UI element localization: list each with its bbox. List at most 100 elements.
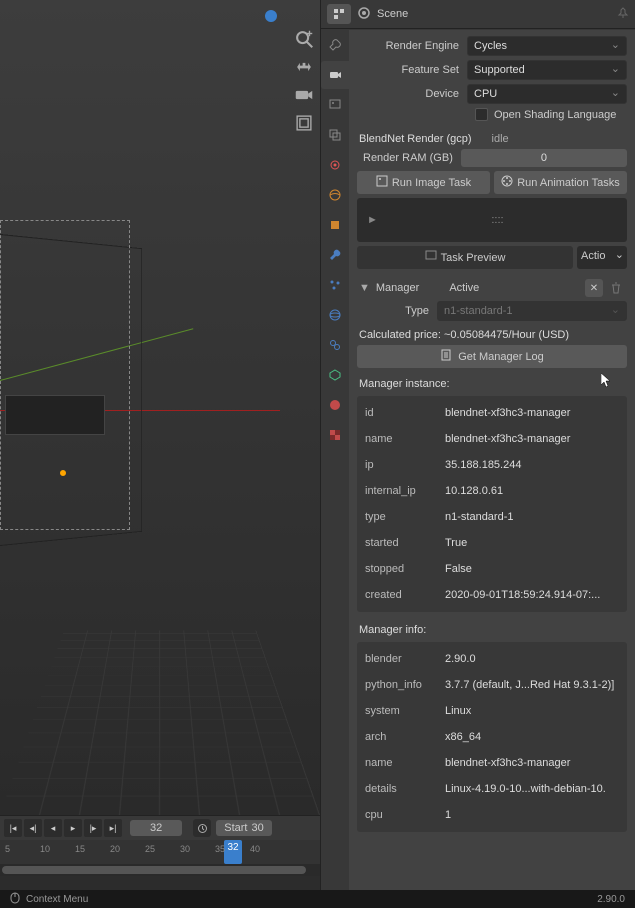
- film-icon: [501, 175, 513, 190]
- start-frame-input[interactable]: Start 30: [216, 820, 271, 836]
- info-value: True: [445, 537, 619, 549]
- table-row: nameblendnet-xf3hc3-manager: [365, 750, 619, 776]
- tab-scene[interactable]: [321, 151, 349, 179]
- action-select[interactable]: Actio: [577, 246, 627, 269]
- tab-constraints[interactable]: [321, 331, 349, 359]
- tick-label: 20: [110, 844, 120, 854]
- table-row: nameblendnet-xf3hc3-manager: [365, 426, 619, 452]
- scroll-thumb[interactable]: [2, 866, 306, 874]
- autokey-icon[interactable]: [193, 819, 211, 837]
- info-key: name: [365, 757, 445, 769]
- trash-icon[interactable]: [607, 279, 625, 297]
- info-value: x86_64: [445, 731, 619, 743]
- jump-end-button[interactable]: ▸|: [104, 819, 122, 837]
- tab-render[interactable]: [321, 61, 349, 89]
- editor-type-icon[interactable]: [327, 4, 351, 24]
- tab-tool[interactable]: [321, 31, 349, 59]
- perspective-icon[interactable]: [293, 112, 315, 134]
- property-tabs: [321, 30, 349, 450]
- info-value: blendnet-xf3hc3-manager: [445, 407, 619, 419]
- render-border: [0, 220, 130, 530]
- render-engine-label: Render Engine: [357, 40, 467, 52]
- tick-label: 5: [5, 844, 10, 854]
- play-button[interactable]: ▸: [64, 819, 82, 837]
- log-icon: [440, 349, 452, 364]
- run-image-button[interactable]: Run Image Task: [357, 171, 490, 194]
- info-table: blender2.90.0python_info3.7.7 (default, …: [357, 642, 627, 832]
- preview-area: ► ::::: [357, 198, 627, 242]
- info-key: created: [365, 589, 445, 601]
- table-row: created2020-09-01T18:59:24.914-07:...: [365, 582, 619, 608]
- play-icon[interactable]: ►: [367, 214, 378, 226]
- drag-dots-icon[interactable]: ::::: [491, 214, 503, 226]
- tick-label: 40: [250, 844, 260, 854]
- current-frame-input[interactable]: 32: [130, 820, 182, 836]
- osl-label: Open Shading Language: [494, 109, 616, 121]
- info-value: Linux-4.19.0-10...with-debian-10.: [445, 783, 619, 795]
- table-row: cpu1: [365, 802, 619, 828]
- table-row: python_info3.7.7 (default, J...Red Hat 9…: [365, 672, 619, 698]
- tab-output[interactable]: [321, 91, 349, 119]
- panel-title: Scene: [377, 8, 408, 20]
- info-key: cpu: [365, 809, 445, 821]
- jump-start-button[interactable]: |◂: [4, 819, 22, 837]
- disclosure-icon[interactable]: ▼: [359, 282, 370, 294]
- tab-data[interactable]: [321, 361, 349, 389]
- pan-icon[interactable]: [293, 56, 315, 78]
- featureset-select[interactable]: Supported: [467, 60, 627, 80]
- info-key: type: [365, 511, 445, 523]
- device-select[interactable]: CPU: [467, 84, 627, 104]
- info-key: id: [365, 407, 445, 419]
- info-key: python_info: [365, 679, 445, 691]
- tab-object[interactable]: [321, 211, 349, 239]
- get-log-button[interactable]: Get Manager Log: [357, 345, 627, 368]
- table-row: typen1-standard-1: [365, 504, 619, 530]
- info-value: 1: [445, 809, 619, 821]
- origin-dot: [60, 470, 66, 476]
- timeline-ruler[interactable]: 32 510152025303540: [0, 840, 320, 864]
- osl-checkbox[interactable]: [475, 108, 488, 121]
- navball-dot[interactable]: [265, 10, 277, 22]
- ram-input[interactable]: 0: [461, 149, 627, 167]
- type-select[interactable]: n1-standard-1: [437, 301, 627, 321]
- keyframe-next-button[interactable]: |▸: [84, 819, 102, 837]
- table-row: archx86_64: [365, 724, 619, 750]
- camera-icon[interactable]: [293, 84, 315, 106]
- context-menu-label: Context Menu: [26, 894, 88, 905]
- tab-modifier[interactable]: [321, 241, 349, 269]
- info-key: internal_ip: [365, 485, 445, 497]
- tab-particles[interactable]: [321, 271, 349, 299]
- task-preview-button[interactable]: Task Preview: [357, 246, 573, 269]
- manager-label: Manager: [376, 282, 419, 294]
- type-label: Type: [357, 305, 437, 317]
- info-value: 3.7.7 (default, J...Red Hat 9.3.1-2)]: [445, 679, 619, 691]
- render-engine-select[interactable]: Cycles: [467, 36, 627, 56]
- info-key: name: [365, 433, 445, 445]
- info-value: 35.188.185.244: [445, 459, 619, 471]
- viewport-3d[interactable]: [0, 0, 320, 815]
- info-value: 2020-09-01T18:59:24.914-07:...: [445, 589, 619, 601]
- zoom-icon[interactable]: [293, 28, 315, 50]
- tab-world[interactable]: [321, 181, 349, 209]
- tab-material[interactable]: [321, 391, 349, 419]
- pin-icon[interactable]: [617, 7, 629, 22]
- info-key: blender: [365, 653, 445, 665]
- timeline-scrollbar[interactable]: [0, 864, 320, 876]
- table-row: systemLinux: [365, 698, 619, 724]
- info-label: Manager info:: [357, 618, 627, 642]
- table-row: startedTrue: [365, 530, 619, 556]
- version-label: 2.90.0: [597, 894, 625, 905]
- keyframe-prev-button[interactable]: ◂|: [24, 819, 42, 837]
- instance-label: Manager instance:: [357, 372, 627, 396]
- mesh-object[interactable]: [5, 395, 105, 435]
- tab-viewlayer[interactable]: [321, 121, 349, 149]
- timeline: |◂ ◂| ◂ ▸ |▸ ▸| 32 Start 30 32 510152025…: [0, 815, 320, 890]
- info-value: blendnet-xf3hc3-manager: [445, 757, 619, 769]
- playhead[interactable]: 32: [224, 840, 242, 864]
- close-icon[interactable]: ✕: [585, 279, 603, 297]
- run-anim-button[interactable]: Run Animation Tasks: [494, 171, 627, 194]
- tick-label: 25: [145, 844, 155, 854]
- play-reverse-button[interactable]: ◂: [44, 819, 62, 837]
- tab-physics[interactable]: [321, 301, 349, 329]
- tab-texture[interactable]: [321, 421, 349, 449]
